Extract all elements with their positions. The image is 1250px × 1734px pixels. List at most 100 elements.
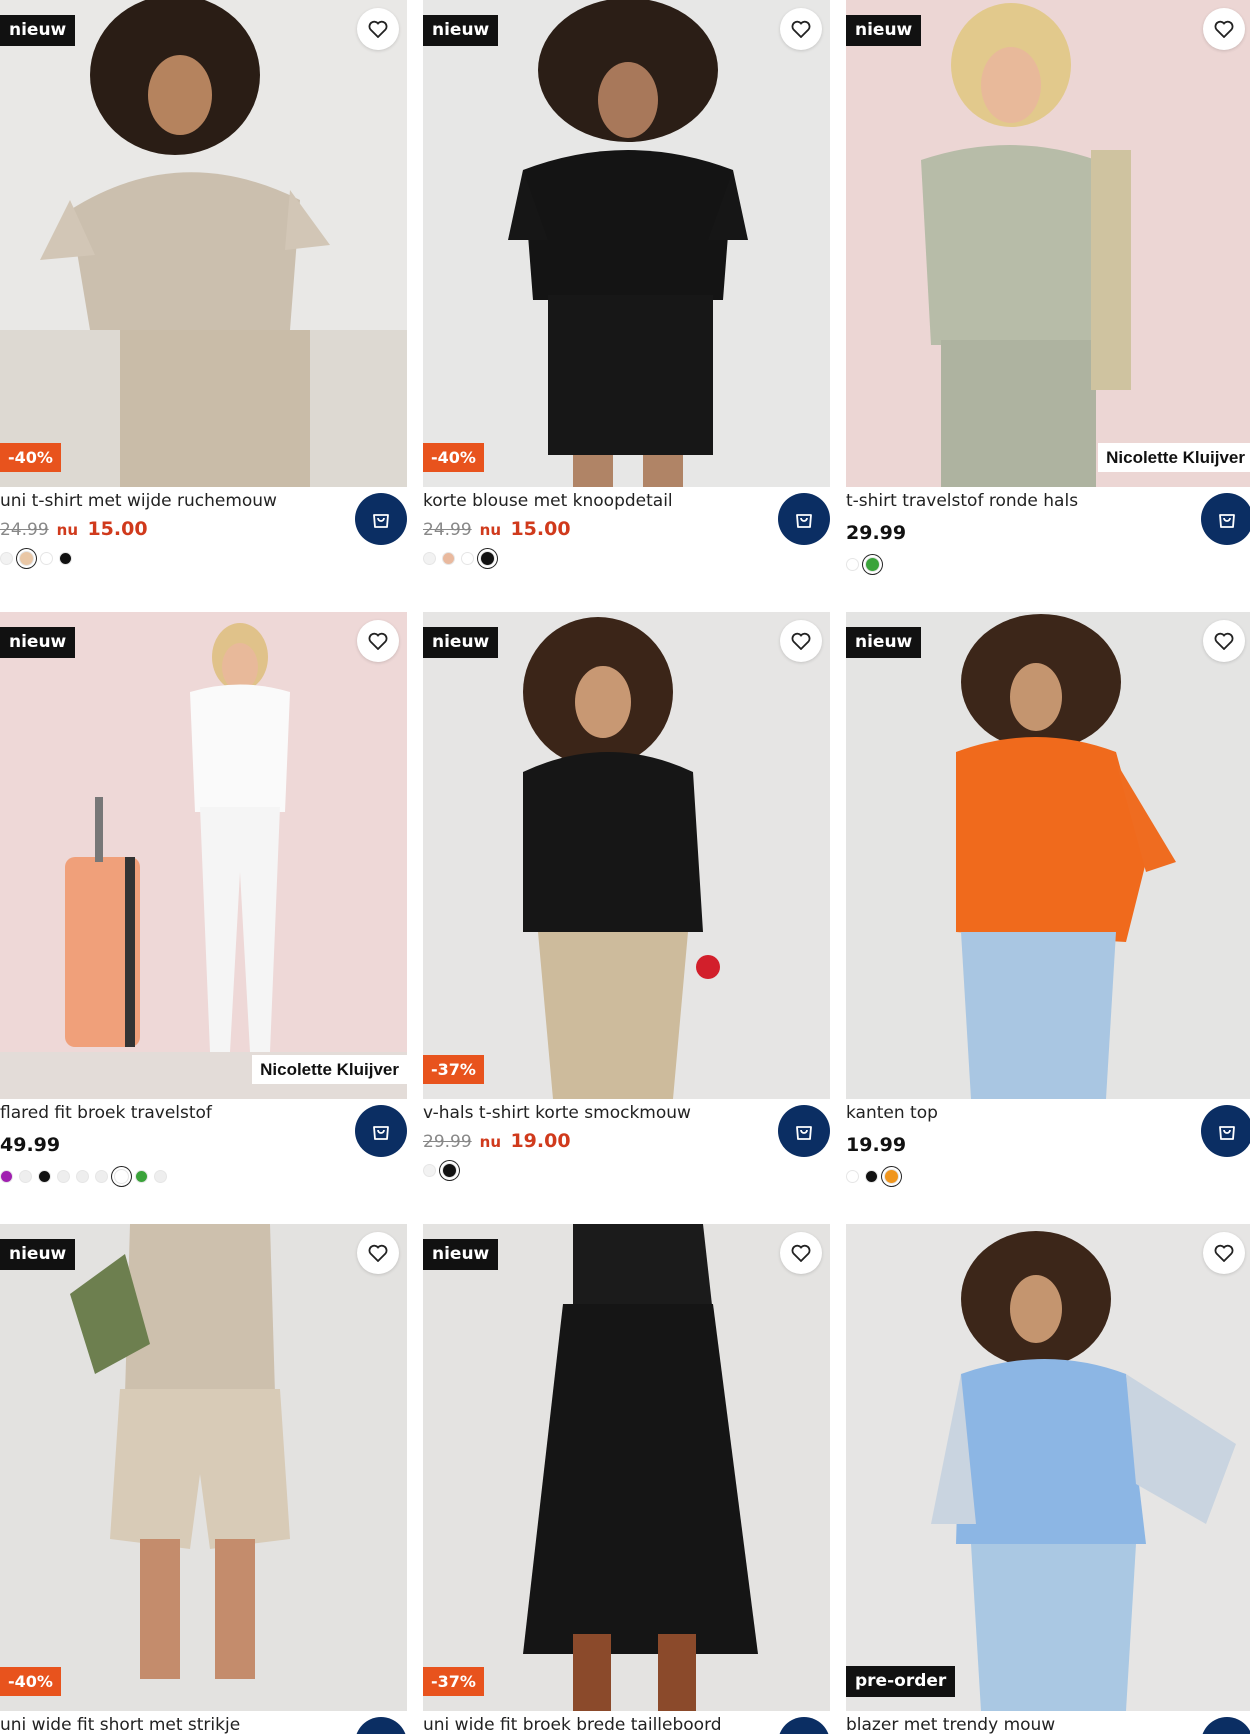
preorder-badge: pre-order [846,1666,956,1697]
favorite-button[interactable] [780,1232,822,1274]
color-swatch[interactable] [884,1169,899,1184]
product-card[interactable]: nieuw -40% korte blouse met knoopdetail … [423,0,830,566]
product-card[interactable]: nieuw -40% uni wide fit short met strikj… [0,1224,407,1734]
now-label: nu [56,521,79,539]
product-card[interactable]: pre-order blazer met trendy mouw [846,1224,1250,1734]
color-swatch[interactable] [442,1163,457,1178]
shopping-bag-icon [796,514,812,528]
product-image[interactable]: nieuw -40% [423,0,830,487]
color-swatches [0,551,72,566]
model-photo [846,612,1250,1099]
new-badge: nieuw [0,15,76,46]
favorite-button[interactable] [780,620,822,662]
favorite-button[interactable] [357,1232,399,1274]
color-swatch[interactable] [19,1170,32,1183]
color-swatch[interactable] [38,1170,51,1183]
favorite-button[interactable] [1203,1232,1245,1274]
product-title[interactable]: flared fit broek travelstof [0,1103,340,1123]
color-swatch[interactable] [59,552,72,565]
color-swatch[interactable] [57,1170,70,1183]
shopping-bag-icon [796,1126,812,1140]
favorite-button[interactable] [357,8,399,50]
add-to-cart-button[interactable] [1201,1717,1250,1734]
color-swatch[interactable] [114,1169,129,1184]
old-price: 24.99 [423,520,472,540]
product-title[interactable]: uni wide fit short met strikje [0,1715,340,1734]
color-swatches [423,1163,457,1178]
add-to-cart-button[interactable] [355,1105,407,1157]
favorite-button[interactable] [1203,620,1245,662]
model-photo [846,0,1250,487]
color-swatch[interactable] [19,551,34,566]
product-title[interactable]: uni t-shirt met wijde ruchemouw [0,491,340,511]
heart-icon [1214,20,1234,38]
product-image[interactable]: nieuw -37% [423,1224,830,1711]
old-price: 29.99 [423,1132,472,1152]
product-card[interactable]: -37% nieuw v-hals t-shirt korte smockmou… [423,612,830,1178]
color-swatch[interactable] [423,552,436,565]
heart-icon [791,20,811,38]
product-card[interactable]: nieuw -37% uni wide fit broek brede tail… [423,1224,830,1734]
product-title[interactable]: korte blouse met knoopdetail [423,491,763,511]
color-swatch[interactable] [0,1170,13,1183]
color-swatch[interactable] [865,1170,878,1183]
heart-icon [368,1244,388,1262]
heart-icon [368,632,388,650]
color-swatch[interactable] [95,1170,108,1183]
new-badge: nieuw [0,627,76,658]
price: 29.99 [846,522,907,544]
price: 49.99 [0,1134,61,1156]
discount-badge: -40% [0,1667,61,1696]
product-image[interactable]: nieuw -40% [0,1224,407,1711]
product-image[interactable]: nieuw Nicolette Kluijver [846,0,1250,487]
discount-badge: -37% [423,1667,484,1696]
model-photo [423,1224,830,1711]
add-to-cart-button[interactable] [355,493,407,545]
add-to-cart-button[interactable] [1201,1105,1250,1157]
product-title[interactable]: blazer met trendy mouw [846,1715,1186,1734]
favorite-button[interactable] [780,8,822,50]
discount-badge: -40% [423,443,484,472]
color-swatch[interactable] [480,551,495,566]
favorite-button[interactable] [357,620,399,662]
product-image[interactable]: nieuw [846,612,1250,1099]
product-image[interactable]: nieuw Nicolette Kluijver [0,612,407,1099]
product-image[interactable]: pre-order [846,1224,1250,1711]
now-label: nu [479,521,502,539]
color-swatch[interactable] [442,552,455,565]
product-image[interactable]: nieuw -40% [0,0,407,487]
add-to-cart-button[interactable] [778,1717,830,1734]
old-price: 24.99 [0,520,49,540]
brand-badge: Nicolette Kluijver [252,1055,407,1084]
color-swatch[interactable] [461,552,474,565]
color-swatch[interactable] [865,557,880,572]
add-to-cart-button[interactable] [355,1717,407,1734]
color-swatch[interactable] [135,1170,148,1183]
product-card[interactable]: nieuw Nicolette Kluijver t-shirt travels… [846,0,1250,572]
product-title[interactable]: uni wide fit broek brede tailleboord [423,1715,763,1734]
product-card[interactable]: nieuw -40% uni t-shirt met wijde ruchemo… [0,0,407,566]
product-grid: nieuw -40% uni t-shirt met wijde ruchemo… [0,0,1250,1734]
color-swatch[interactable] [154,1170,167,1183]
product-card[interactable]: nieuw Nicolette Kluijver flared fit broe… [0,612,407,1184]
color-swatch[interactable] [40,552,53,565]
product-title[interactable]: kanten top [846,1103,1186,1123]
color-swatch[interactable] [76,1170,89,1183]
product-title[interactable]: v-hals t-shirt korte smockmouw [423,1103,763,1123]
product-image[interactable]: -37% nieuw [423,612,830,1099]
favorite-button[interactable] [1203,8,1245,50]
shopping-bag-icon [373,1126,389,1140]
sale-price: 15.00 [510,518,571,540]
product-card[interactable]: nieuw kanten top 19.99 [846,612,1250,1184]
add-to-cart-button[interactable] [1201,493,1250,545]
add-to-cart-button[interactable] [778,1105,830,1157]
color-swatch[interactable] [846,1170,859,1183]
color-swatch[interactable] [423,1164,436,1177]
new-badge: nieuw [423,627,499,658]
add-to-cart-button[interactable] [778,493,830,545]
heart-icon [791,632,811,650]
product-title[interactable]: t-shirt travelstof ronde hals [846,491,1186,511]
new-badge: nieuw [846,627,922,658]
color-swatch[interactable] [846,558,859,571]
color-swatch[interactable] [0,552,13,565]
